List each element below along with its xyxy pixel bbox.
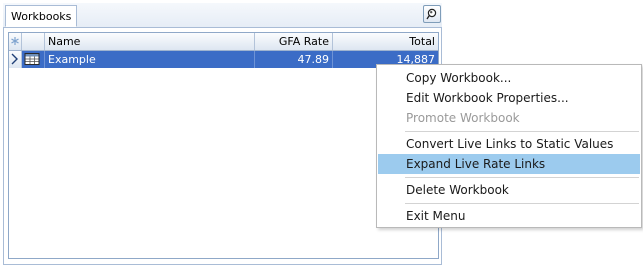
workbooks-grid: Name GFA Rate Total Example 47.89 14,887 (8, 32, 439, 259)
header-total[interactable]: Total (333, 33, 438, 50)
header-gfa-rate[interactable]: GFA Rate (255, 33, 333, 50)
header-asterisk-icon (11, 37, 19, 45)
menu-item-expand-live-rate-links[interactable]: Expand Live Rate Links (378, 154, 640, 174)
menu-item-exit-menu[interactable]: Exit Menu (378, 206, 640, 226)
pin-icon (426, 8, 437, 20)
context-menu: Copy Workbook... Edit Workbook Propertie… (376, 64, 642, 228)
table-row[interactable]: Example 47.89 14,887 (9, 51, 438, 68)
row-indicator-icon (11, 53, 18, 65)
row-icon-cell (22, 51, 45, 68)
menu-item-delete-workbook[interactable]: Delete Workbook (378, 180, 640, 200)
grid-header: Name GFA Rate Total (9, 33, 438, 51)
row-indicator (9, 51, 22, 68)
menu-item-copy-workbook[interactable]: Copy Workbook... (378, 68, 640, 88)
workbook-icon (24, 53, 40, 65)
cell-gfa-rate[interactable]: 47.89 (255, 51, 333, 68)
menu-item-edit-workbook-properties[interactable]: Edit Workbook Properties... (378, 88, 640, 108)
pin-button[interactable] (423, 5, 441, 23)
header-row-indicator (9, 33, 22, 50)
header-name[interactable]: Name (45, 33, 255, 50)
menu-item-promote-workbook: Promote Workbook (406, 111, 520, 125)
menu-item-convert-live-links[interactable]: Convert Live Links to Static Values (378, 134, 640, 154)
cell-name[interactable]: Example (45, 51, 255, 68)
tab-label: Workbooks (11, 10, 72, 23)
menu-separator (405, 177, 639, 178)
menu-separator (405, 131, 639, 132)
tab-workbooks[interactable]: Workbooks (5, 5, 78, 27)
menu-separator (405, 203, 639, 204)
tab-strip: Workbooks (3, 3, 442, 28)
header-icon-column (22, 33, 45, 50)
